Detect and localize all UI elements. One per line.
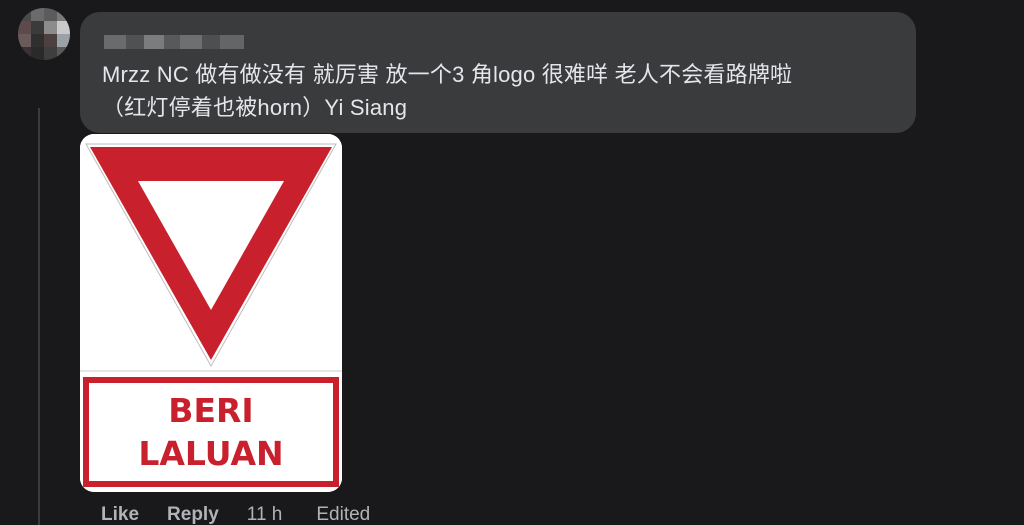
comment-thread: Mrzz NC 做有做没有 就厉害 放一个3 角logo 很难咩 老人不会看路牌… — [0, 0, 1024, 525]
sign-text-line2: LALUAN — [138, 434, 283, 473]
reply-button[interactable]: Reply — [167, 504, 219, 525]
like-button[interactable]: Like — [101, 504, 139, 525]
author-name[interactable] — [104, 32, 244, 52]
comment-text: Mrzz NC 做有做没有 就厉害 放一个3 角logo 很难咩 老人不会看路牌… — [102, 58, 902, 124]
thread-line — [38, 108, 40, 525]
timestamp[interactable]: 11 h — [247, 504, 283, 525]
comment-bubble: Mrzz NC 做有做没有 就厉害 放一个3 角logo 很难咩 老人不会看路牌… — [80, 12, 916, 133]
edited-label[interactable]: Edited — [316, 504, 370, 525]
comment-actions: Like Reply 11 h Edited — [101, 503, 370, 525]
sign-text-line1: BERI — [168, 391, 253, 430]
comment-text-line: Mrzz NC 做有做没有 就厉害 放一个3 角logo 很难咩 老人不会看路牌… — [102, 62, 793, 87]
comment-text-line: （红灯停着也被horn）Yi Siang — [102, 95, 408, 120]
attached-image[interactable]: BERI LALUAN — [80, 134, 342, 492]
avatar[interactable] — [18, 8, 70, 60]
